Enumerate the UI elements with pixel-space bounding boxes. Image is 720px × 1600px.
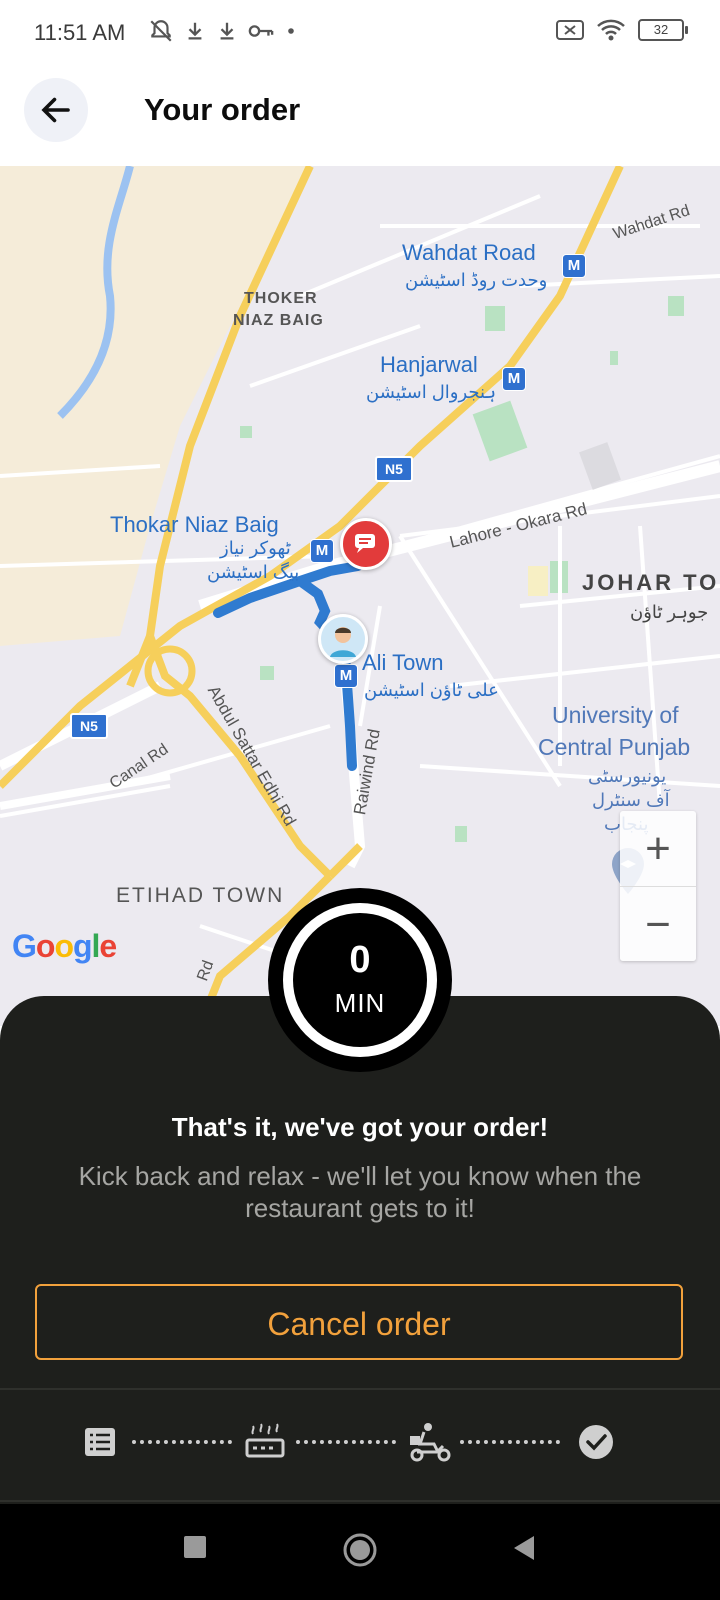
progress-dots (296, 1440, 396, 1448)
rider-avatar-icon[interactable] (318, 614, 368, 664)
check-circle-icon (579, 1425, 613, 1459)
restaurant-pin-icon[interactable] (340, 518, 392, 570)
station-urdu-thokar-1: ٹھوکر نیاز (220, 538, 291, 558)
status-icons-left (148, 18, 298, 44)
highway-shield-n5: N5 (70, 713, 108, 739)
status-icons-right: 32 (556, 18, 688, 42)
metro-station-icon: M (334, 664, 358, 688)
order-list-icon (85, 1428, 115, 1456)
muted-bell-icon (150, 20, 172, 42)
area-label-etihad: ETIHAD TOWN (116, 884, 285, 907)
google-logo: Google (12, 928, 117, 964)
metro-station-icon: M (562, 254, 586, 278)
timer-unit: MIN (334, 988, 386, 1018)
place-urdu-1: یونیورسٹی (588, 766, 667, 786)
station-label-hanjarwal: Hanjarwal (380, 352, 478, 377)
system-nav-bar (0, 1504, 720, 1600)
station-urdu-ali-town: علی ٹاؤن اسٹیشن (364, 680, 499, 700)
back-triangle-icon[interactable] (510, 1534, 536, 1562)
battery-icon: 32 (638, 19, 688, 41)
download-icon (220, 22, 234, 40)
page-title: Your order (144, 92, 301, 127)
place-label-central-punjab: Central Punjab (538, 734, 691, 760)
order-progress (0, 1390, 720, 1500)
metro-station-icon: M (502, 367, 526, 391)
progress-dots (132, 1440, 232, 1448)
station-label-ali-town: Ali Town (362, 650, 444, 675)
progress-dots (460, 1440, 560, 1448)
area-urdu-johar: جوہر ٹاؤن (630, 602, 709, 622)
status-title: That's it, we've got your order! (171, 1112, 549, 1142)
area-label-niaz-baig: NIAZ BAIG (233, 312, 324, 329)
header: Your order (0, 70, 720, 166)
back-button[interactable] (24, 78, 88, 142)
divider (0, 1500, 720, 1502)
download-icon (188, 22, 202, 40)
delivery-rider-icon (410, 1423, 451, 1462)
place-urdu-2: آف سنٹرل (592, 790, 670, 810)
timer-value: 0 (349, 939, 371, 981)
restaurant-cooking-icon (245, 1423, 285, 1458)
highway-shield-n5: N5 (375, 456, 413, 482)
wifi-icon (597, 19, 625, 41)
station-urdu-thokar-2: بیگ اسٹیشن (207, 562, 300, 582)
dot-icon (288, 28, 294, 34)
recents-square-icon[interactable] (182, 1534, 208, 1560)
status-bar: 11:51 AM 32 (0, 0, 720, 70)
home-circle-icon[interactable] (342, 1532, 378, 1568)
cancel-order-button[interactable]: Cancel order (35, 1284, 683, 1360)
place-label-university: University of (552, 702, 679, 728)
area-label-thoker: THOKER (244, 290, 318, 307)
station-label-thokar: Thokar Niaz Baig (110, 512, 279, 537)
timer-inner: 0 MIN (293, 913, 427, 1047)
key-icon (248, 25, 274, 37)
area-label-johar: JOHAR TO (582, 570, 720, 595)
zoom-out-button[interactable]: − (620, 886, 696, 962)
status-subtitle: Kick back and relax - we'll let you know… (78, 1161, 642, 1223)
eta-timer: 0 MIN (268, 888, 452, 1072)
zoom-in-button[interactable]: + (620, 811, 696, 886)
station-urdu-wahdat: وحدت روڈ اسٹیشن (405, 270, 548, 290)
no-sim-icon (556, 20, 584, 40)
station-label-wahdat: Wahdat Road (402, 240, 536, 265)
metro-station-icon: M (310, 539, 334, 563)
arrow-left-icon (41, 97, 70, 123)
status-time: 11:51 AM (34, 20, 126, 45)
zoom-controls: + − (620, 811, 696, 961)
station-urdu-hanjarwal: ہنجروال اسٹیشن (366, 382, 497, 402)
timer-ring: 0 MIN (283, 903, 437, 1057)
